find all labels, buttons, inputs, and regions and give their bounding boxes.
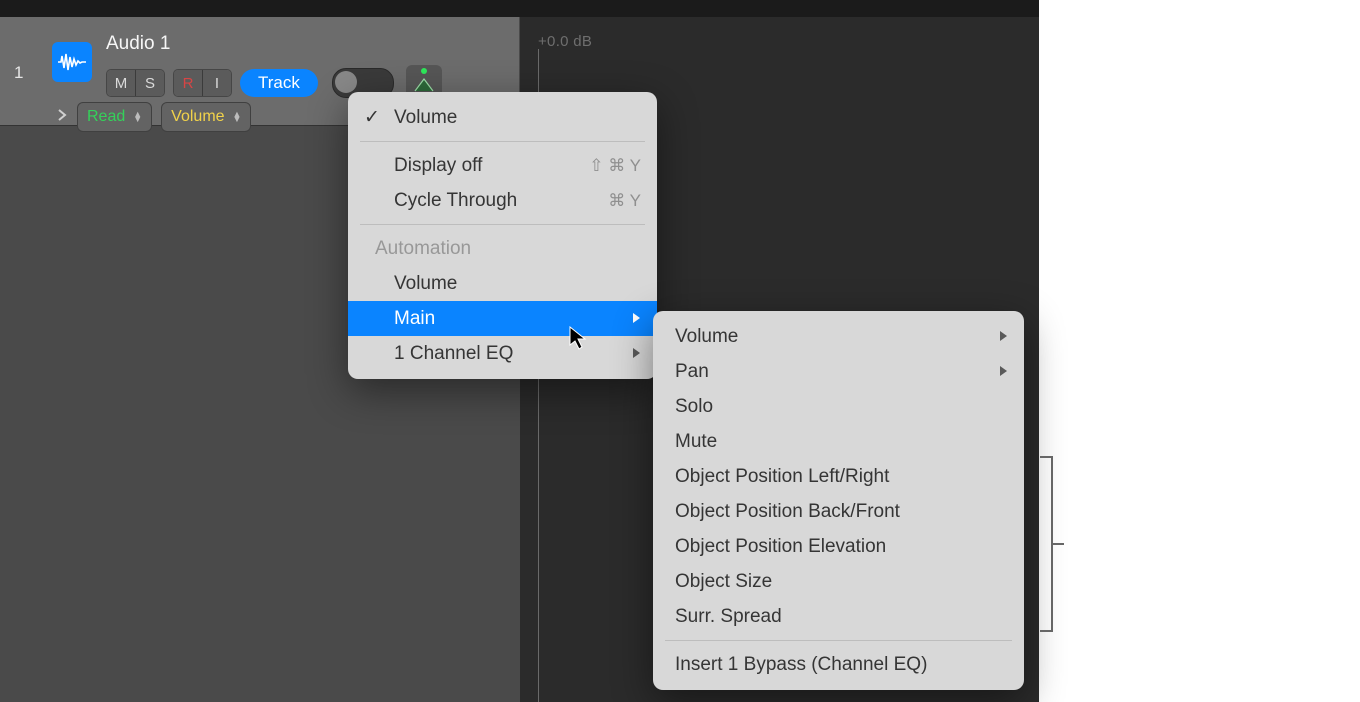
active-indicator-icon [421,68,427,74]
menu-separator [665,640,1012,641]
menu-label: Mute [675,431,717,453]
menu-item-display-off[interactable]: Display off ⇧ ⌘ Y [348,148,657,183]
automation-mode-dropdown[interactable]: Read ▲▼ [77,102,152,132]
menu-label: Solo [675,396,713,418]
submenu-item-volume[interactable]: Volume [653,319,1024,354]
updown-icon: ▲▼ [233,112,242,122]
submenu-item-mute[interactable]: Mute [653,424,1024,459]
toggle-knob [335,71,357,93]
menu-item-volume[interactable]: Volume [348,266,657,301]
menu-label: Object Size [675,571,772,593]
menu-label: 1 Channel EQ [394,343,513,365]
automation-param-label: Volume [171,108,224,126]
mute-button[interactable]: M [107,70,136,96]
submenu-item-pan[interactable]: Pan [653,354,1024,389]
track-name[interactable]: Audio 1 [106,33,170,55]
menu-label: Display off [394,155,482,177]
submenu-item-insert-bypass[interactable]: Insert 1 Bypass (Channel EQ) [653,647,1024,682]
timeline-ruler[interactable] [519,0,1039,17]
shortcut-label: ⌘ Y [608,191,641,211]
doc-margin [1039,0,1360,702]
submenu-item-object-position-lr[interactable]: Object Position Left/Right [653,459,1024,494]
menu-label: Volume [394,107,457,129]
menu-label: Object Position Back/Front [675,501,900,523]
automation-mode-label: Read [87,108,125,126]
menu-label: Volume [675,326,738,348]
submenu-item-object-size[interactable]: Object Size [653,564,1024,599]
menu-label: Object Position Left/Right [675,466,889,488]
disclosure-chevron-icon[interactable] [56,108,68,126]
automation-param-dropdown[interactable]: Volume ▲▼ [161,102,251,132]
submenu-item-solo[interactable]: Solo [653,389,1024,424]
menu-label: Pan [675,361,709,383]
input-monitor-button[interactable]: I [203,70,231,96]
menu-label: Main [394,308,435,330]
submenu-item-surround-spread[interactable]: Surr. Spread [653,599,1024,634]
menu-item-main[interactable]: Main [348,301,657,336]
track-number: 1 [14,63,23,83]
db-value-label: +0.0 dB [538,33,592,50]
mute-solo-group: M S [106,69,165,97]
submenu-arrow-icon [998,364,1008,380]
menu-label: Volume [394,273,457,295]
rec-input-group: R I [173,69,232,97]
submenu-arrow-icon [631,346,641,362]
menu-item-current[interactable]: ✓ Volume [348,100,657,135]
menu-label: Surr. Spread [675,606,782,628]
submenu-arrow-icon [631,311,641,327]
menu-label: Cycle Through [394,190,517,212]
submenu-item-object-position-elevation[interactable]: Object Position Elevation [653,529,1024,564]
menu-separator [360,224,645,225]
record-enable-button[interactable]: R [174,70,203,96]
menu-label: Insert 1 Bypass (Channel EQ) [675,654,927,676]
submenu-item-object-position-bf[interactable]: Object Position Back/Front [653,494,1024,529]
solo-button[interactable]: S [136,70,164,96]
track-header-ruler [0,0,520,17]
automation-param-menu: ✓ Volume Display off ⇧ ⌘ Y Cycle Through… [348,92,657,379]
menu-section-header: Automation [348,231,657,266]
audio-track-icon[interactable] [52,42,92,82]
menu-item-channel-eq[interactable]: 1 Channel EQ [348,336,657,371]
checkmark-icon: ✓ [364,106,380,129]
menu-label: Object Position Elevation [675,536,886,558]
automation-main-submenu: Volume Pan Solo Mute Object Position Lef… [653,311,1024,690]
menu-separator [360,141,645,142]
menu-label: Automation [375,238,471,260]
menu-item-cycle-through[interactable]: Cycle Through ⌘ Y [348,183,657,218]
envelope-icon [413,77,435,93]
shortcut-label: ⇧ ⌘ Y [589,156,641,176]
updown-icon: ▲▼ [133,112,142,122]
automation-track-button[interactable]: Track [240,69,318,97]
submenu-arrow-icon [998,329,1008,345]
